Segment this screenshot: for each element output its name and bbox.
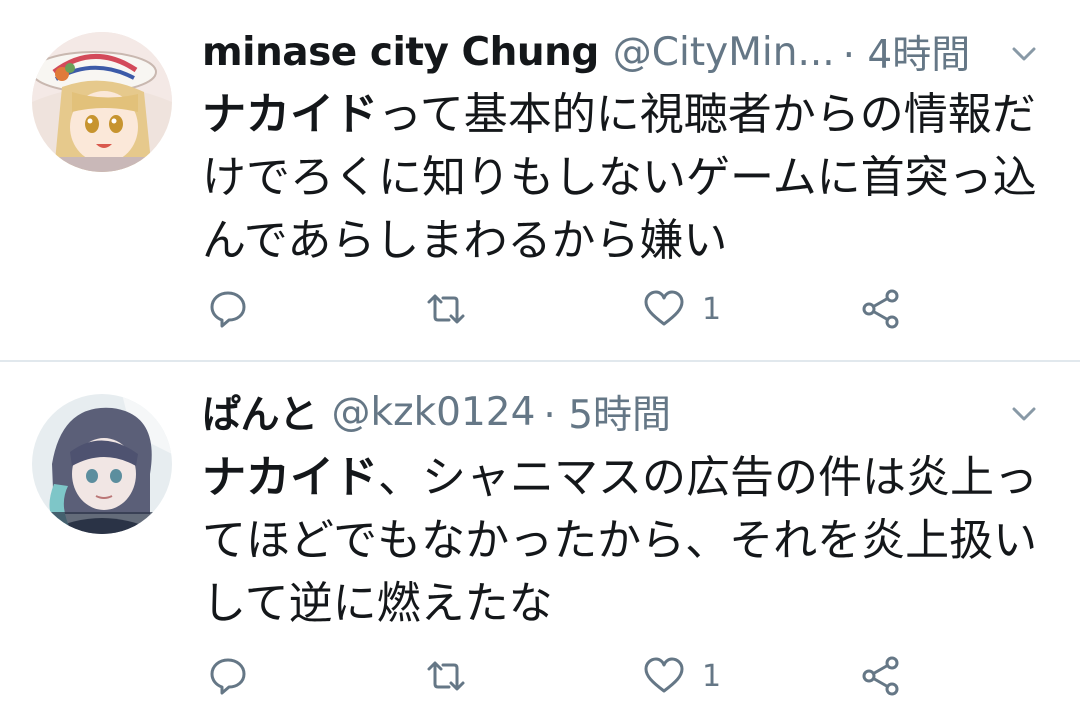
reply-icon <box>210 291 246 328</box>
display-name[interactable]: minase city Chung <box>202 30 599 75</box>
like-count: 1 <box>702 291 722 327</box>
retweet-icon <box>427 294 465 324</box>
chevron-down-icon[interactable] <box>1004 34 1044 74</box>
avatar[interactable] <box>32 394 172 534</box>
user-handle[interactable]: @CityMin... <box>613 30 835 75</box>
mention[interactable]: ナカイド <box>202 452 378 503</box>
tweet-text-line: んであらしまわるから嫌い <box>202 215 728 266</box>
tweet-text-line: てほどでもなかったから、それを炎上扱い <box>202 515 1038 566</box>
timestamp[interactable]: · 4時間 <box>843 24 971 80</box>
reply-icon <box>210 658 246 695</box>
like-button[interactable]: 1 <box>642 654 721 698</box>
display-name[interactable]: ぱんと <box>202 384 318 440</box>
share-button[interactable] <box>859 287 903 331</box>
tweet[interactable]: ぱんと @kzk0124 · 5時間 ナカイド、シャニマスの広告の件は炎上っ て… <box>0 362 1080 716</box>
like-count: 1 <box>702 658 722 694</box>
avatar[interactable] <box>32 32 172 172</box>
retweet-button[interactable] <box>424 654 468 698</box>
tweet-text-line: って基本的に視聴者からの情報だ <box>378 89 1036 140</box>
timestamp[interactable]: · 5時間 <box>543 384 671 440</box>
tweet-header: ぱんと @kzk0124 · 5時間 <box>202 388 1060 439</box>
chevron-down-icon[interactable] <box>1004 394 1044 434</box>
tweet-header: minase city Chung @CityMin... · 4時間 <box>202 28 1060 79</box>
share-icon <box>862 289 899 329</box>
action-bar: 1 <box>202 654 922 698</box>
tweet-text-line: けでろくに知りもしないゲームに首突っ込 <box>202 152 1037 203</box>
heart-icon <box>644 657 684 693</box>
reply-button[interactable] <box>206 654 250 698</box>
mention[interactable]: ナカイド <box>202 89 378 140</box>
tweet-text: ナカイドって基本的に視聴者からの情報だ けでろくに知りもしないゲームに首突っ込 … <box>202 83 1052 272</box>
reply-button[interactable] <box>206 287 250 331</box>
like-button[interactable]: 1 <box>642 287 721 331</box>
tweet-text-line: 、シャニマスの広告の件は炎上っ <box>378 452 1038 503</box>
retweet-icon <box>427 661 465 691</box>
user-handle[interactable]: @kzk0124 <box>332 390 536 435</box>
tweet[interactable]: minase city Chung @CityMin... · 4時間 ナカイド… <box>0 0 1080 360</box>
share-icon <box>862 656 899 696</box>
action-bar: 1 <box>202 287 922 331</box>
retweet-button[interactable] <box>424 287 468 331</box>
tweet-text: ナカイド、シャニマスの広告の件は炎上っ てほどでもなかったから、それを炎上扱い … <box>202 446 1052 635</box>
tweet-text-line: して逆に燃えたな <box>202 578 553 629</box>
heart-icon <box>644 290 684 326</box>
share-button[interactable] <box>859 654 903 698</box>
